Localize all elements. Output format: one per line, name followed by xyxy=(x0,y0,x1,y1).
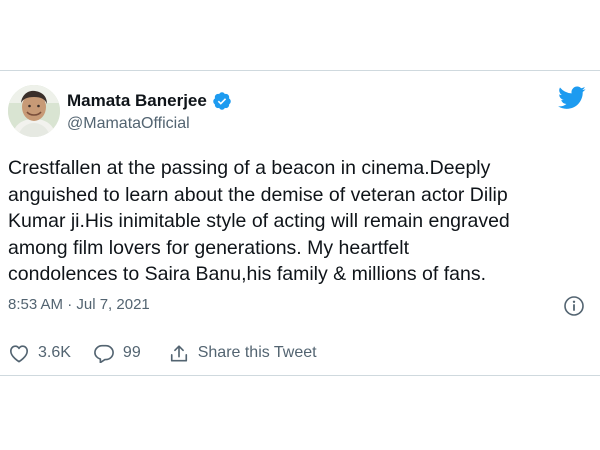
tweet-actions: 3.6K 99 Share this Tweet xyxy=(8,341,317,365)
share-tweet-label: Share this Tweet xyxy=(197,344,317,361)
verified-badge-icon xyxy=(212,91,232,111)
author-name-row[interactable]: Mamata Banerjee xyxy=(67,91,232,111)
avatar[interactable] xyxy=(8,85,60,137)
reply-count: 99 xyxy=(122,344,141,361)
page: Mamata Banerjee @MamataOfficial Crestfal… xyxy=(0,0,600,450)
like-count: 3.6K xyxy=(38,344,71,361)
like-button[interactable]: 3.6K xyxy=(8,343,71,363)
author-handle[interactable]: @MamataOfficial xyxy=(67,115,190,133)
embedded-tweet-card[interactable]: Mamata Banerjee @MamataOfficial Crestfal… xyxy=(0,70,600,376)
author-display-name[interactable]: Mamata Banerjee xyxy=(67,91,207,111)
tweet-text: Crestfallen at the passing of a beacon i… xyxy=(8,157,510,285)
twitter-bird-icon[interactable] xyxy=(558,86,586,115)
reply-button[interactable]: 99 xyxy=(93,343,141,363)
share-icon xyxy=(168,343,190,363)
avatar-image xyxy=(8,85,60,137)
share-tweet-button[interactable]: Share this Tweet xyxy=(168,343,317,363)
tweet-timestamp[interactable]: 8:53 AM · Jul 7, 2021 xyxy=(8,296,150,313)
reply-icon xyxy=(93,343,115,363)
heart-icon xyxy=(8,343,30,363)
info-icon[interactable] xyxy=(563,295,585,322)
